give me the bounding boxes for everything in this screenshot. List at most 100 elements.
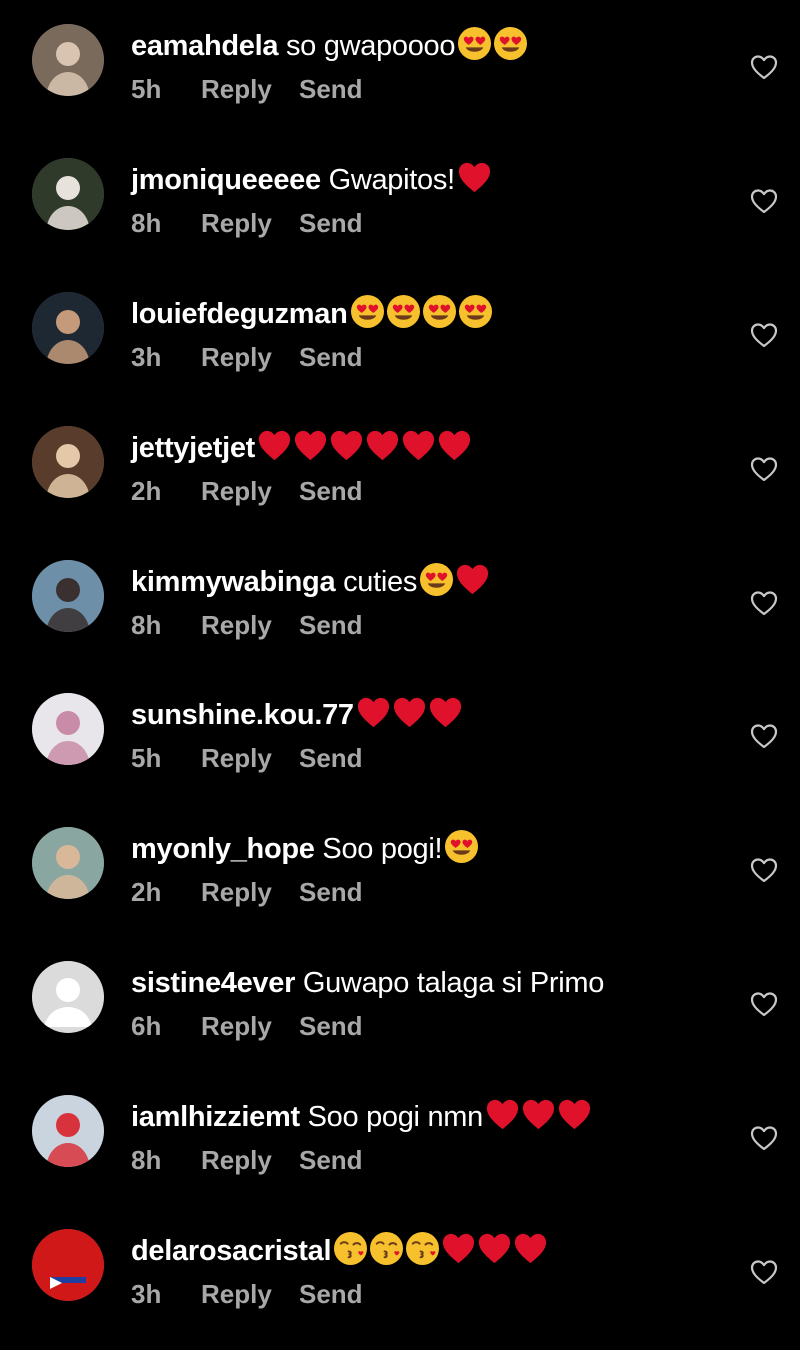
- comment-text: so gwapoooo: [285, 30, 456, 62]
- send-button[interactable]: Send: [299, 1277, 363, 1311]
- comment-text: Soo pogi!: [322, 833, 443, 865]
- kissing-face-emoji: [333, 1231, 368, 1266]
- avatar[interactable]: [32, 426, 104, 498]
- reply-button[interactable]: Reply: [201, 206, 299, 240]
- like-heart-icon[interactable]: [750, 322, 778, 348]
- reply-button[interactable]: Reply: [201, 741, 299, 775]
- send-button[interactable]: Send: [299, 206, 363, 240]
- comment-emojis: [350, 294, 494, 340]
- heart-eyes-emoji: [458, 294, 493, 329]
- comment-meta: 6h Reply Send: [131, 1009, 363, 1043]
- avatar[interactable]: [32, 961, 104, 1033]
- comment-timestamp: 8h: [131, 610, 162, 640]
- comment-timestamp: 8h: [131, 1145, 162, 1175]
- comment-timestamp: 8h: [131, 208, 162, 238]
- comment-row: kimmywabinga cuties 8h Reply Send: [0, 548, 800, 681]
- comment-emojis: [457, 26, 529, 72]
- comment-timestamp: 5h: [131, 74, 162, 104]
- avatar[interactable]: [32, 560, 104, 632]
- like-heart-icon[interactable]: [750, 1259, 778, 1285]
- red-heart-emoji: [428, 695, 463, 730]
- red-heart-emoji: [329, 428, 364, 463]
- comment-body: kimmywabinga cuties: [131, 562, 491, 608]
- like-heart-icon[interactable]: [750, 456, 778, 482]
- comment-text: Gwapitos!: [328, 164, 456, 196]
- comment-username[interactable]: sunshine.kou.77: [131, 699, 354, 731]
- like-heart-icon[interactable]: [750, 1125, 778, 1151]
- comment-emojis: [257, 428, 473, 474]
- avatar[interactable]: [32, 24, 104, 96]
- reply-button[interactable]: Reply: [201, 1009, 299, 1043]
- comment-username[interactable]: eamahdela: [131, 30, 279, 62]
- send-button[interactable]: Send: [299, 1009, 363, 1043]
- red-heart-emoji: [401, 428, 436, 463]
- comment-meta: 8h Reply Send: [131, 608, 363, 642]
- comment-row: louiefdeguzman 3h Reply Send: [0, 280, 800, 413]
- reply-button[interactable]: Reply: [201, 608, 299, 642]
- comments-list: eamahdela so gwapoooo 5h Reply Send jmonique…: [0, 0, 800, 1335]
- comment-timestamp: 2h: [131, 877, 162, 907]
- reply-button[interactable]: Reply: [201, 474, 299, 508]
- avatar[interactable]: [32, 158, 104, 230]
- comment-username[interactable]: delarosacristal: [131, 1235, 332, 1267]
- red-heart-emoji: [293, 428, 328, 463]
- like-heart-icon[interactable]: [750, 188, 778, 214]
- heart-eyes-emoji: [419, 562, 454, 597]
- like-heart-icon[interactable]: [750, 54, 778, 80]
- avatar[interactable]: [32, 827, 104, 899]
- avatar[interactable]: [32, 693, 104, 765]
- comment-username[interactable]: jettyjetjet: [131, 432, 255, 464]
- avatar[interactable]: [32, 1229, 104, 1301]
- heart-eyes-emoji: [457, 26, 492, 61]
- comment-timestamp: 3h: [131, 342, 162, 372]
- comment-meta: 8h Reply Send: [131, 1143, 363, 1177]
- send-button[interactable]: Send: [299, 72, 363, 106]
- heart-eyes-emoji: [422, 294, 457, 329]
- reply-button[interactable]: Reply: [201, 1143, 299, 1177]
- send-button[interactable]: Send: [299, 608, 363, 642]
- like-heart-icon[interactable]: [750, 991, 778, 1017]
- send-button[interactable]: Send: [299, 474, 363, 508]
- avatar[interactable]: [32, 292, 104, 364]
- comment-emojis: [356, 695, 464, 741]
- comment-emojis: [419, 562, 491, 608]
- comment-meta: 2h Reply Send: [131, 875, 363, 909]
- like-heart-icon[interactable]: [750, 723, 778, 749]
- comment-username[interactable]: iamlhizziemt: [131, 1101, 300, 1133]
- send-button[interactable]: Send: [299, 741, 363, 775]
- avatar[interactable]: [32, 1095, 104, 1167]
- heart-eyes-emoji: [386, 294, 421, 329]
- red-heart-emoji: [513, 1231, 548, 1266]
- comment-timestamp: 3h: [131, 1279, 162, 1309]
- comment-body: delarosacristal: [131, 1231, 549, 1277]
- comment-username[interactable]: kimmywabinga: [131, 566, 336, 598]
- comment-emojis: [333, 1231, 549, 1277]
- comment-body: jmoniqueeeee Gwapitos!: [131, 160, 493, 206]
- like-heart-icon[interactable]: [750, 857, 778, 883]
- red-heart-emoji: [437, 428, 472, 463]
- comment-body: sunshine.kou.77: [131, 695, 464, 741]
- reply-button[interactable]: Reply: [201, 72, 299, 106]
- send-button[interactable]: Send: [299, 875, 363, 909]
- comment-body: eamahdela so gwapoooo: [131, 26, 529, 72]
- red-heart-emoji: [257, 428, 292, 463]
- reply-button[interactable]: Reply: [201, 875, 299, 909]
- comment-username[interactable]: myonly_hope: [131, 833, 315, 865]
- reply-button[interactable]: Reply: [201, 1277, 299, 1311]
- comment-meta: 5h Reply Send: [131, 72, 363, 106]
- send-button[interactable]: Send: [299, 340, 363, 374]
- comment-meta: 8h Reply Send: [131, 206, 363, 240]
- like-heart-icon[interactable]: [750, 590, 778, 616]
- comment-username[interactable]: sistine4ever: [131, 967, 295, 999]
- comment-timestamp: 5h: [131, 743, 162, 773]
- comment-body: myonly_hope Soo pogi!: [131, 829, 480, 875]
- red-heart-emoji: [365, 428, 400, 463]
- comment-username[interactable]: jmoniqueeeee: [131, 164, 321, 196]
- comment-timestamp: 6h: [131, 1011, 162, 1041]
- comment-meta: 3h Reply Send: [131, 340, 363, 374]
- comment-body: sistine4ever Guwapo talaga si Primo: [131, 963, 604, 1003]
- heart-eyes-emoji: [350, 294, 385, 329]
- send-button[interactable]: Send: [299, 1143, 363, 1177]
- reply-button[interactable]: Reply: [201, 340, 299, 374]
- comment-username[interactable]: louiefdeguzman: [131, 298, 348, 330]
